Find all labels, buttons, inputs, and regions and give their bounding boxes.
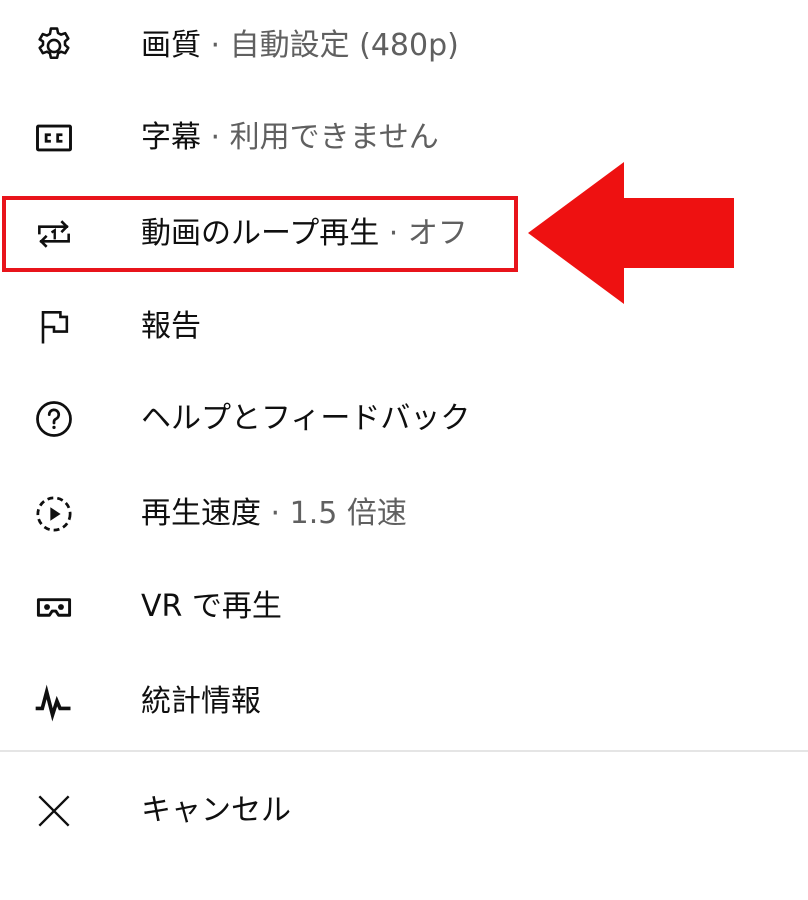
loop-icon — [28, 208, 80, 260]
close-icon — [28, 785, 80, 837]
menu-item-label: VR で再生 — [141, 589, 282, 624]
menu-item-label: 統計情報 — [141, 684, 261, 719]
help-icon — [28, 393, 80, 445]
stats-icon — [28, 676, 80, 728]
menu-divider — [0, 750, 808, 752]
menu-item-playback-speed[interactable]: 再生速度 · 1.5 倍速 — [0, 468, 808, 560]
menu-item-label: 画質 · 自動設定 (480p) — [141, 28, 459, 63]
menu-item-label: 報告 — [141, 309, 201, 344]
menu-item-label: 字幕 · 利用できません — [141, 120, 439, 155]
gear-icon — [28, 20, 80, 72]
menu-item-quality[interactable]: 画質 · 自動設定 (480p) — [0, 0, 808, 92]
menu-item-label: 動画のループ再生 · オフ — [141, 216, 468, 251]
settings-menu: 画質 · 自動設定 (480p) 字幕 · 利用できません 動画のループ再生 ·… — [0, 0, 808, 900]
menu-item-label: ヘルプとフィードバック — [141, 401, 471, 436]
vr-headset-icon — [28, 581, 80, 633]
menu-item-stats[interactable]: 統計情報 — [0, 656, 808, 748]
menu-item-label: 再生速度 · 1.5 倍速 — [141, 496, 407, 531]
cancel-label: キャンセル — [141, 793, 291, 828]
flag-icon — [28, 301, 80, 353]
closed-captions-icon — [28, 112, 80, 164]
menu-item-help-feedback[interactable]: ヘルプとフィードバック — [0, 373, 808, 465]
cancel-button[interactable]: キャンセル — [0, 765, 808, 857]
menu-item-vr[interactable]: VR で再生 — [0, 561, 808, 653]
annotation-arrow-icon — [528, 162, 734, 304]
playback-speed-icon — [28, 488, 80, 540]
